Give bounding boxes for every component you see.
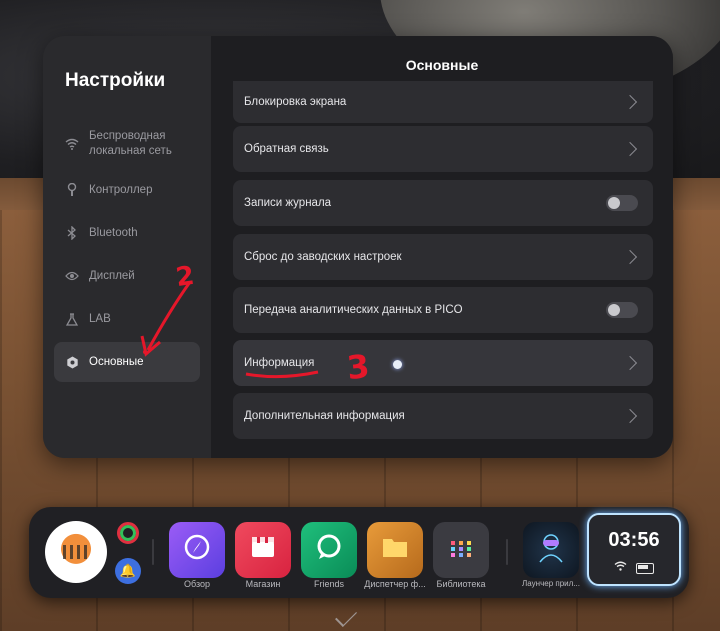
annotation-underline [245, 370, 319, 379]
chat-icon [315, 533, 343, 568]
app-label: Лаунчер прил... [522, 579, 580, 588]
annotation-number-3: 3 [345, 346, 372, 388]
annotation-dot [143, 350, 147, 354]
clock-widget[interactable]: 03:56 [587, 513, 681, 586]
dock-bar: 🔔 Обзор Магазин Friends Диспетчер ф... Б… [29, 507, 689, 598]
app-friends[interactable] [301, 522, 357, 578]
store-icon [249, 534, 277, 567]
app-file-manager[interactable] [367, 522, 423, 578]
notification-bell-icon[interactable]: 🔔 [115, 558, 141, 584]
avatar[interactable] [45, 521, 107, 583]
app-launcher[interactable] [523, 522, 579, 578]
app-library[interactable] [433, 522, 489, 578]
clock-time: 03:56 [608, 529, 660, 551]
app-store[interactable] [235, 522, 291, 578]
vr-headset-icon [534, 530, 568, 571]
compass-icon [183, 533, 211, 568]
status-icons [589, 561, 679, 574]
dock-separator [152, 539, 154, 565]
battery-icon [636, 562, 655, 574]
folder-icon [381, 535, 409, 566]
dock-separator [506, 539, 508, 565]
activity-ring-icon[interactable] [117, 522, 139, 544]
grid-icon [449, 535, 473, 566]
app-label: Библиотека [436, 579, 486, 589]
wifi-icon [614, 561, 630, 574]
app-explore[interactable] [169, 522, 225, 578]
